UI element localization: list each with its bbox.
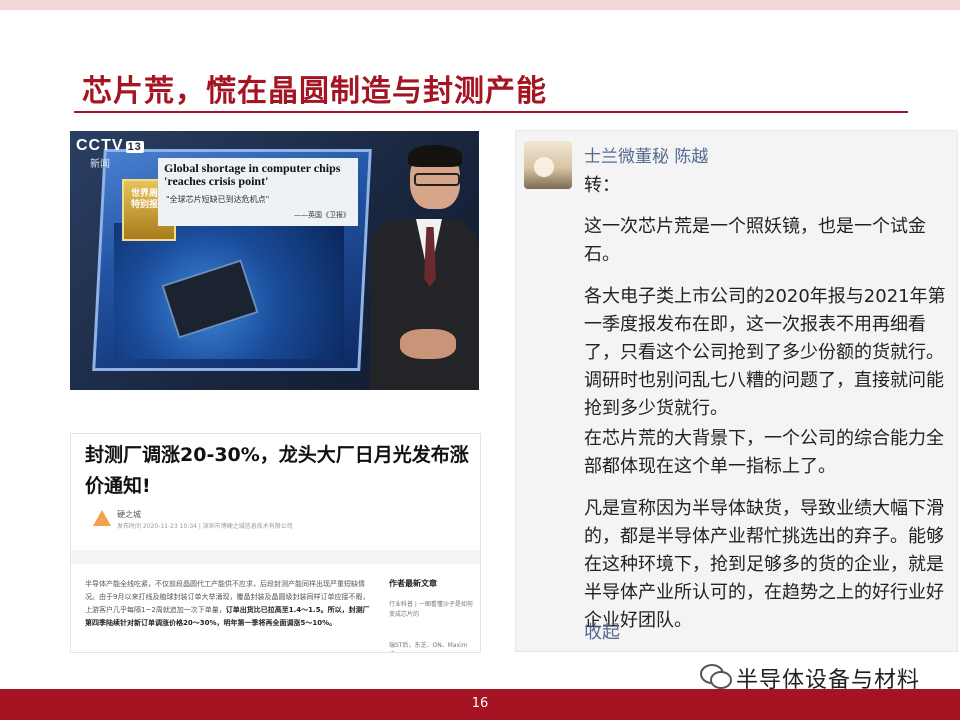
anchor-hands — [400, 329, 456, 359]
slide-title: 芯片荒，慌在晶圆制造与封测产能 — [82, 74, 547, 109]
article-screenshot: 封测厂调涨20-30%，龙头大厂日月光发布涨价通知! 硬之城 发布时间 2020… — [70, 433, 481, 653]
news-anchor — [370, 143, 479, 390]
sidebar-article-link: 行业科普 | 一图看懂沙子是如何变成芯片的 — [389, 601, 473, 618]
article-headline: 封测厂调涨20-30%，龙头大厂日月光发布涨价通知! — [85, 444, 469, 497]
title-divider — [74, 111, 908, 113]
post-paragraph: 凡是宣称因为半导体缺货，导致业绩大幅下滑的，都是半导体产业帮忙挑选出的弃子。能够… — [584, 498, 944, 631]
collapse-link[interactable]: 收起 — [584, 618, 620, 644]
sidebar-heading: 作者最新文章 — [389, 579, 437, 588]
headline-card: Global shortage in computer chips 'reach… — [158, 158, 358, 226]
channel-logo-text: CCTV — [76, 137, 124, 154]
wechat-icon — [700, 664, 732, 689]
post-paragraph: 在芯片荒的大背景下，一个公司的综合能力全部都体现在这个单一指标上了。 — [584, 428, 944, 477]
headline-chinese: "全球芯片短缺已到达危机点" — [166, 195, 270, 204]
anchor-glasses — [414, 173, 460, 186]
avatar-sun — [534, 157, 554, 177]
page-number: 16 — [471, 696, 489, 711]
footer-bar: 16 — [0, 689, 960, 720]
post-forward-label: 转： — [584, 175, 620, 196]
social-post: 士兰微董秘 陈越 转： 这一次芯片荒是一个照妖镜，也是一个试金石。 各大电子类上… — [515, 130, 958, 652]
post-paragraph: 各大电子类上市公司的2020年报与2021年第一季度报发布在即，这一次报表不用再… — [584, 286, 946, 419]
channel-label: 新闻 — [90, 159, 110, 170]
channel-number: 13 — [125, 141, 144, 153]
news-broadcast-image: CCTV 13 新闻 世界周刊 特别报道 Global shortage in c… — [70, 131, 479, 390]
anchor-hair — [408, 145, 462, 167]
post-paragraph: 这一次芯片荒是一个照妖镜，也是一个试金石。 — [584, 216, 926, 265]
article-body: 半导体产能全线吃紧，不仅前段晶圆代工产能供不应求，后段封测产能同样出现严重短缺情… — [85, 578, 371, 630]
headline-source: ——英国《卫报》 — [294, 211, 350, 219]
avatar — [524, 141, 572, 189]
top-band — [0, 0, 960, 10]
post-author-name: 士兰微董秘 陈越 — [584, 147, 709, 167]
article-author: 硬之城 — [117, 510, 141, 519]
sidebar-article-link: 瑞ST后，东芝、ON、Maxim也 — [389, 642, 468, 652]
article-divider — [71, 550, 480, 564]
headline-english: Global shortage in computer chips 'reach… — [164, 161, 341, 188]
article-meta: 发布时间 2020-11-23 10:34 | 深圳市博硬之城信息技术有限公司 — [117, 523, 293, 530]
channel-logo: CCTV 13 — [76, 137, 144, 155]
author-logo-icon — [93, 510, 111, 526]
